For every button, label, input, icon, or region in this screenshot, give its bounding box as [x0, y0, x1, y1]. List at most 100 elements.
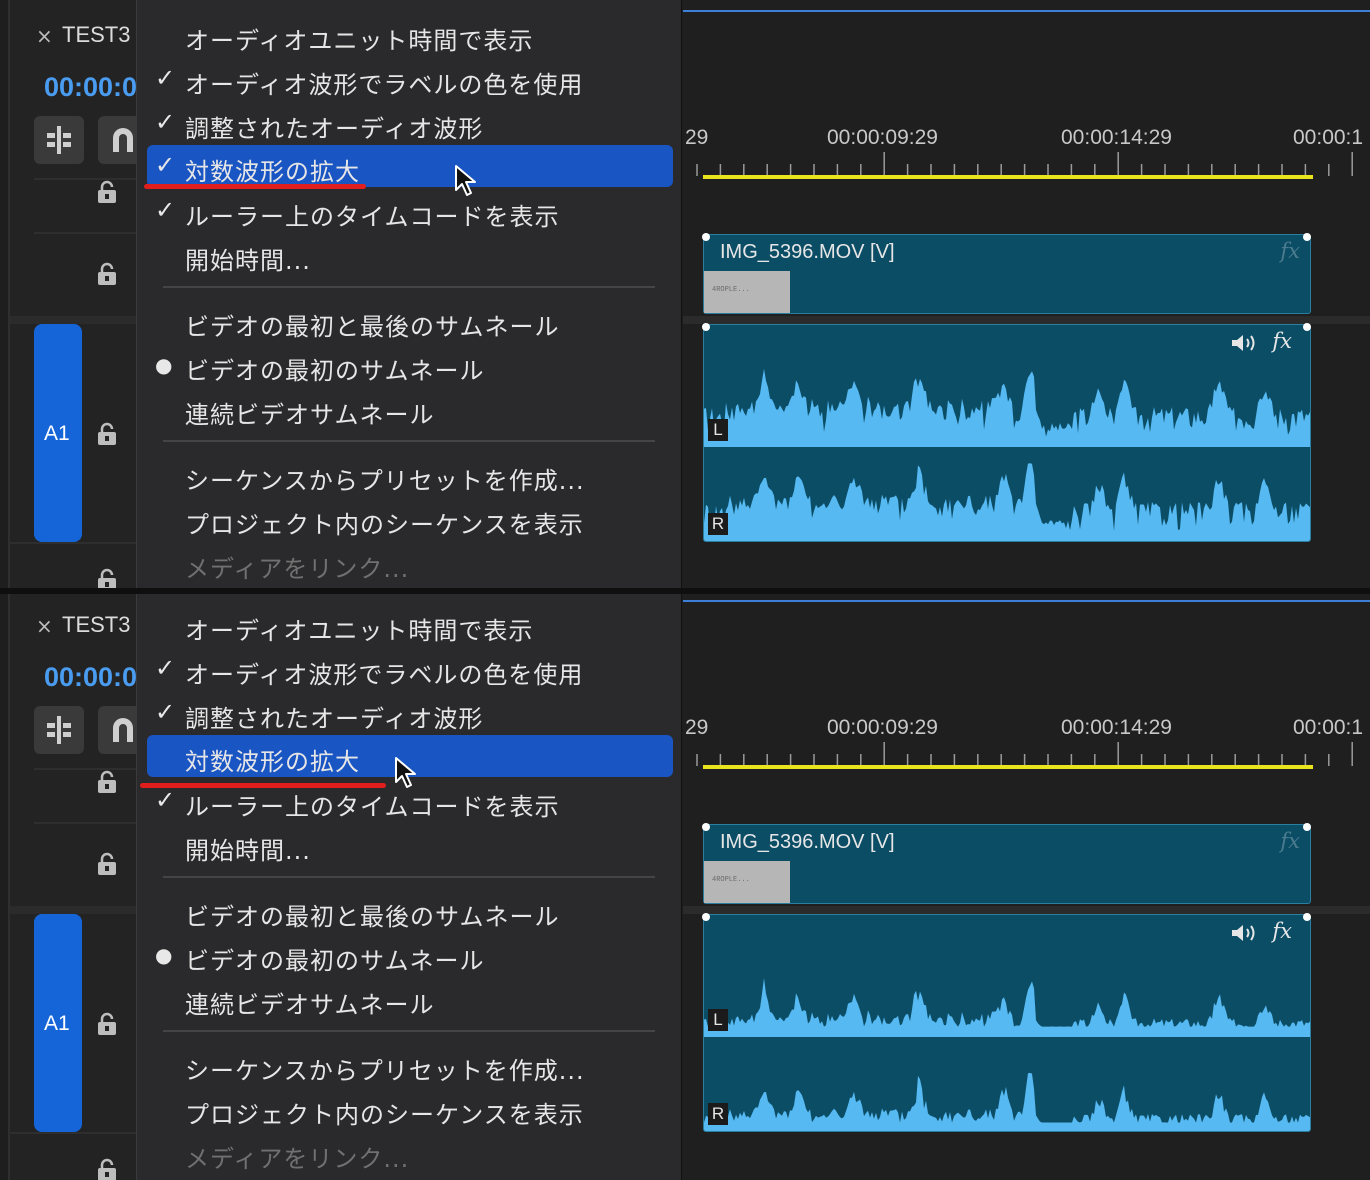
playhead-timecode[interactable]: 00:00:0	[44, 72, 137, 103]
playhead-timecode[interactable]: 00:00:0	[44, 662, 137, 693]
track-divider	[34, 178, 138, 180]
menu-item-label: ルーラー上のタイムコードを表示	[185, 793, 560, 821]
a1-source-patch[interactable]: A1	[34, 914, 82, 1132]
menu-item-label: プロジェクト内のシーケンスを表示	[185, 1101, 584, 1129]
menu-item[interactable]: ✓ オーディオ波形でラベルの色を使用	[147, 648, 673, 690]
work-area-bar[interactable]	[703, 765, 1313, 769]
lock-icon[interactable]	[96, 1158, 118, 1180]
menu-item[interactable]: ✓ ルーラー上のタイムコードを表示	[147, 190, 673, 232]
fx-badge-icon: fx	[1280, 239, 1300, 263]
menu-item[interactable]: ビデオの最初と最後のサムネール	[147, 300, 673, 342]
menu-item-label: 開始時間...	[185, 837, 311, 865]
menu-item[interactable]: シーケンスからプリセットを作成...	[147, 454, 673, 496]
menu-item[interactable]: ✓ オーディオ波形でラベルの色を使用	[147, 58, 673, 100]
snap-insert-icon	[47, 716, 71, 744]
waveform-right	[704, 1072, 1310, 1131]
clip-name: IMG_5396.MOV [V]	[720, 241, 895, 263]
checkmark-icon: ✓	[155, 654, 176, 682]
lock-icon[interactable]	[96, 262, 118, 286]
track-label: A1	[44, 1012, 70, 1035]
close-icon[interactable]: ×	[36, 24, 53, 48]
sequence-tab-title[interactable]: TEST3	[62, 612, 130, 638]
ruler-label: 00:00:09:29	[827, 716, 938, 739]
ruler-label: 00:00:1	[1293, 716, 1364, 739]
waveform-shape	[704, 1072, 1310, 1131]
track-divider	[10, 542, 138, 544]
menu-item-label: オーディオユニット時間で表示	[185, 617, 534, 645]
snap-insert-icon	[47, 126, 71, 154]
waveform-shape	[704, 978, 1310, 1037]
menu-item[interactable]: ● ビデオの最初のサムネール	[147, 934, 673, 976]
ruler-label: 00:00:14:29	[1061, 126, 1172, 149]
checkmark-icon: ✓	[155, 108, 176, 136]
menu-item[interactable]: ビデオの最初と最後のサムネール	[147, 890, 673, 932]
menu-item-label: シーケンスからプリセットを作成...	[185, 1057, 585, 1085]
lock-icon[interactable]	[96, 770, 118, 794]
menu-item-label: ビデオの最初のサムネール	[185, 357, 485, 385]
checkmark-icon: ✓	[155, 196, 176, 224]
sequence-tab-title[interactable]: TEST3	[62, 22, 130, 48]
ruler-label: 00:00:09:29	[827, 126, 938, 149]
panel-focus-line	[683, 10, 1370, 12]
fx-badge-icon: fx	[1280, 829, 1300, 853]
menu-item[interactable]: ✓ 調整されたオーディオ波形	[147, 692, 673, 734]
menu-item[interactable]: シーケンスからプリセットを作成...	[147, 1044, 673, 1086]
lock-icon[interactable]	[96, 180, 118, 204]
menu-item-disabled: メディアをリンク...	[147, 542, 673, 584]
checkmark-icon: ✓	[155, 786, 176, 814]
menu-item[interactable]: プロジェクト内のシーケンスを表示	[147, 498, 673, 540]
checkmark-icon: ✓	[155, 151, 176, 179]
menu-separator	[163, 876, 655, 878]
video-clip[interactable]: IMG_5396.MOV [V] fx 4ROPLE...	[703, 824, 1311, 904]
clip-corner-marker	[1303, 323, 1311, 331]
track-header-area: × TEST3 00:00:0 A1	[8, 0, 148, 590]
audio-clip[interactable]: fx L R	[703, 914, 1311, 1132]
menu-item-label: 対数波形の拡大	[185, 158, 360, 186]
menu-item[interactable]: 連続ビデオサムネール	[147, 978, 673, 1020]
clip-corner-marker	[702, 823, 710, 831]
menu-item[interactable]: 開始時間...	[147, 824, 673, 866]
lock-icon[interactable]	[96, 852, 118, 876]
menu-item[interactable]: 連続ビデオサムネール	[147, 388, 673, 430]
menu-item-label: プロジェクト内のシーケンスを表示	[185, 511, 584, 539]
video-clip[interactable]: IMG_5396.MOV [V] fx 4ROPLE...	[703, 234, 1311, 314]
track-divider	[34, 768, 138, 770]
menu-item-label: 連続ビデオサムネール	[185, 991, 435, 1019]
fx-badge-icon: fx	[1272, 919, 1292, 943]
menu-item-label: シーケンスからプリセットを作成...	[185, 467, 585, 495]
lock-icon[interactable]	[96, 422, 118, 446]
waveform-shape	[704, 463, 1310, 541]
lock-icon[interactable]	[96, 568, 118, 590]
menu-item-label: 開始時間...	[185, 247, 311, 275]
menu-separator	[163, 440, 655, 442]
fx-badge-icon: fx	[1272, 329, 1292, 353]
mouse-cursor-icon	[395, 757, 416, 788]
menu-item[interactable]: ✓ 調整されたオーディオ波形	[147, 102, 673, 144]
menu-item[interactable]: プロジェクト内のシーケンスを表示	[147, 1088, 673, 1130]
menu-item[interactable]: 開始時間...	[147, 234, 673, 276]
channel-label-right: R	[708, 513, 728, 535]
close-icon[interactable]: ×	[36, 614, 53, 638]
timeline-panel-top: × TEST3 00:00:0 A1 29 00:00:09:29 00:00:…	[0, 0, 1370, 590]
track-header-area: × TEST3 00:00:0 A1	[8, 590, 148, 1180]
clip-corner-marker	[1303, 913, 1311, 921]
ruler-label: 00:00:1	[1293, 126, 1364, 149]
menu-item[interactable]: オーディオユニット時間で表示	[147, 604, 673, 646]
waveform-shape	[704, 368, 1310, 447]
menu-item[interactable]: オーディオユニット時間で表示	[147, 14, 673, 56]
menu-item[interactable]: ● ビデオの最初のサムネール	[147, 344, 673, 386]
clip-corner-marker	[702, 323, 710, 331]
image-divider	[0, 588, 1370, 594]
a1-source-patch[interactable]: A1	[34, 324, 82, 542]
menu-separator	[163, 286, 655, 288]
menu-item-label: 連続ビデオサムネール	[185, 401, 435, 429]
waveform-left	[704, 368, 1310, 447]
audio-clip[interactable]: fx L R	[703, 324, 1311, 542]
insert-sequence-button[interactable]	[34, 706, 84, 754]
insert-sequence-button[interactable]	[34, 116, 84, 164]
ruler-label: 29	[685, 716, 709, 739]
track-divider	[683, 316, 1370, 324]
work-area-bar[interactable]	[703, 175, 1313, 179]
lock-icon[interactable]	[96, 1012, 118, 1036]
menu-item-log-waveform[interactable]: ✓ 対数波形の拡大	[147, 145, 673, 187]
